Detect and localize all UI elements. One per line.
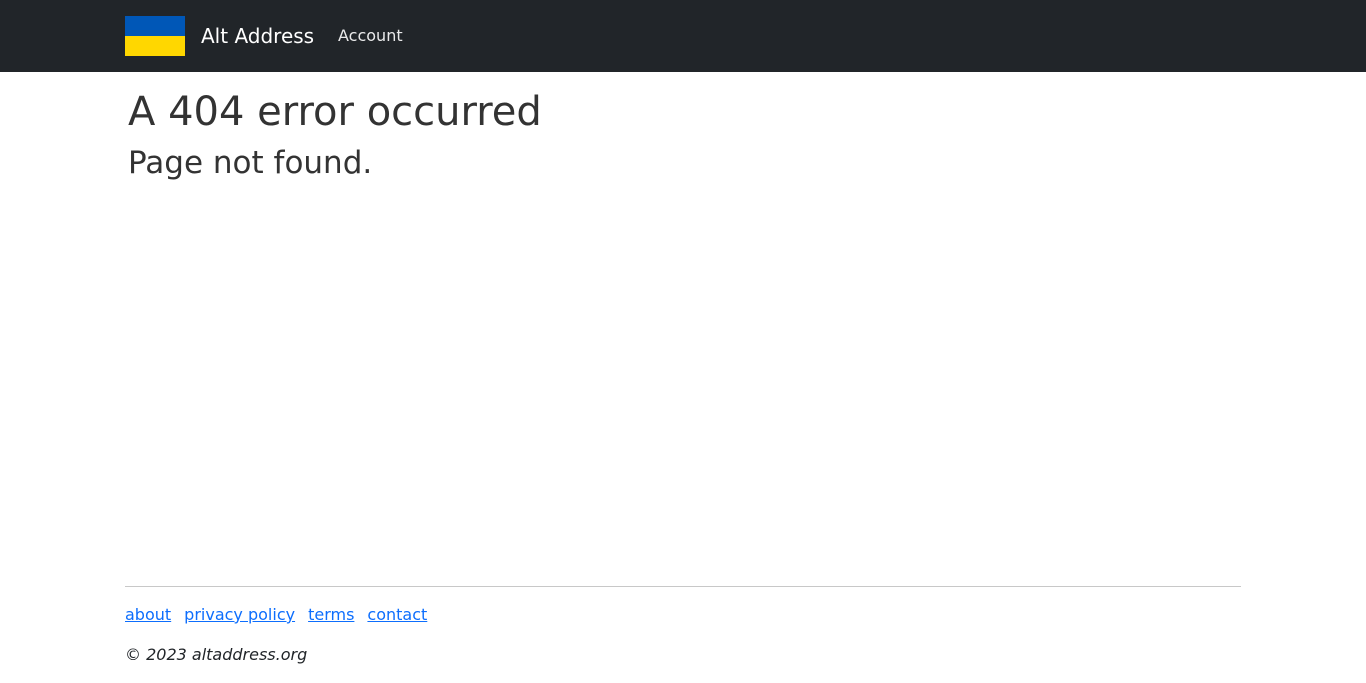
footer-link-terms[interactable]: terms: [308, 605, 354, 627]
footer-links: about privacy policy terms contact: [125, 605, 440, 627]
flag-yellow-stripe: [125, 36, 185, 56]
ukraine-flag-icon[interactable]: [125, 16, 185, 56]
footer-link-privacy-policy[interactable]: privacy policy: [184, 605, 295, 627]
brand-link[interactable]: Alt Address: [201, 22, 314, 50]
copyright-text: © 2023 altaddress.org: [125, 645, 308, 664]
flag-blue-stripe: [125, 16, 185, 36]
error-title: A 404 error occurred: [128, 89, 542, 135]
footer-link-contact[interactable]: contact: [367, 605, 427, 627]
footer-divider: [125, 586, 1241, 587]
footer-link-about[interactable]: about: [125, 605, 171, 627]
error-subtitle: Page not found.: [128, 145, 373, 181]
nav-item-account[interactable]: Account: [338, 26, 403, 46]
top-navbar: Alt Address Account: [0, 0, 1366, 72]
